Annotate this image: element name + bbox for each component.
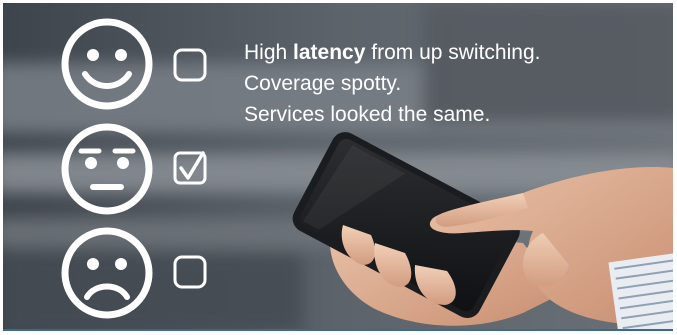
feedback-line-services: Services looked the same. xyxy=(244,103,491,126)
checkmark-icon xyxy=(173,151,207,185)
rating-checkbox-sad[interactable] xyxy=(173,255,207,289)
feedback-line-coverage: Coverage spotty. xyxy=(244,72,402,95)
feedback-text: High latency from up switching. Coverage… xyxy=(244,37,540,130)
feedback-line-prefix: High xyxy=(244,41,294,64)
feedback-emphasis: latency xyxy=(293,41,366,64)
feedback-banner: High latency from up switching. Coverage… xyxy=(3,3,673,331)
neutral-face-icon xyxy=(61,123,153,215)
feedback-line-latency: High latency from up switching. xyxy=(244,37,540,68)
feedback-line-suffix: from up switching. xyxy=(365,41,541,64)
rating-checkbox-neutral[interactable] xyxy=(173,151,207,185)
rating-checkbox-happy[interactable] xyxy=(173,48,207,82)
happy-face-icon xyxy=(61,18,153,110)
sad-face-icon xyxy=(61,227,153,319)
